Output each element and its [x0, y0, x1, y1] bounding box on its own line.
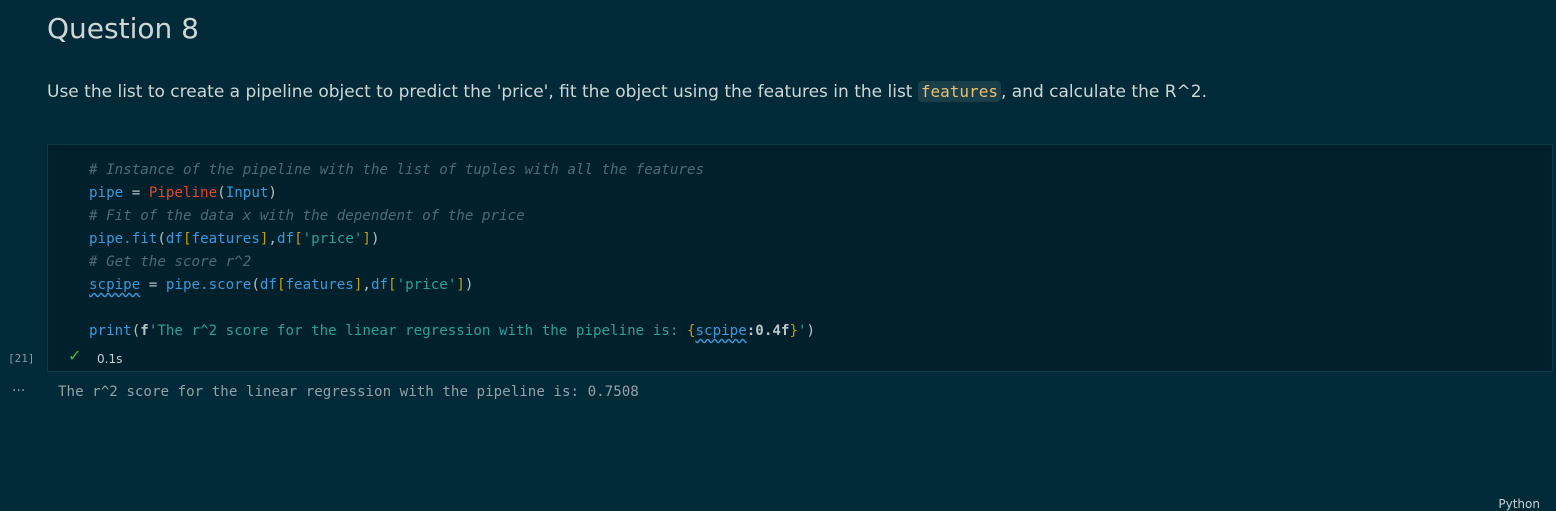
markdown-cell: Question 8 Use the list to create a pipe… [0, 0, 1556, 143]
text-after: , and calculate the R^2. [1000, 82, 1208, 102]
execution-time: 0.1s [97, 352, 123, 366]
code-comment: # Fit of the data x with the dependent o… [89, 208, 525, 224]
code-comment: # Instance of the pipeline with the list… [89, 162, 704, 178]
inline-code: features [917, 81, 1001, 102]
ellipsis-icon[interactable]: ··· [12, 383, 25, 399]
execution-count: [21] [8, 352, 35, 365]
question-text: Use the list to create a pipeline object… [47, 81, 1208, 102]
check-icon: ✓ [68, 346, 82, 365]
code-editor[interactable]: # Instance of the pipeline with the list… [89, 159, 815, 343]
question-title: Question 8 [47, 12, 199, 45]
cell-output: The r^2 score for the linear regression … [58, 384, 639, 400]
language-label[interactable]: Python [1498, 497, 1540, 511]
code-comment: # Get the score r^2 [89, 254, 252, 270]
code-cell[interactable]: # Instance of the pipeline with the list… [47, 144, 1553, 511]
text-before: Use the list to create a pipeline object… [47, 82, 918, 102]
